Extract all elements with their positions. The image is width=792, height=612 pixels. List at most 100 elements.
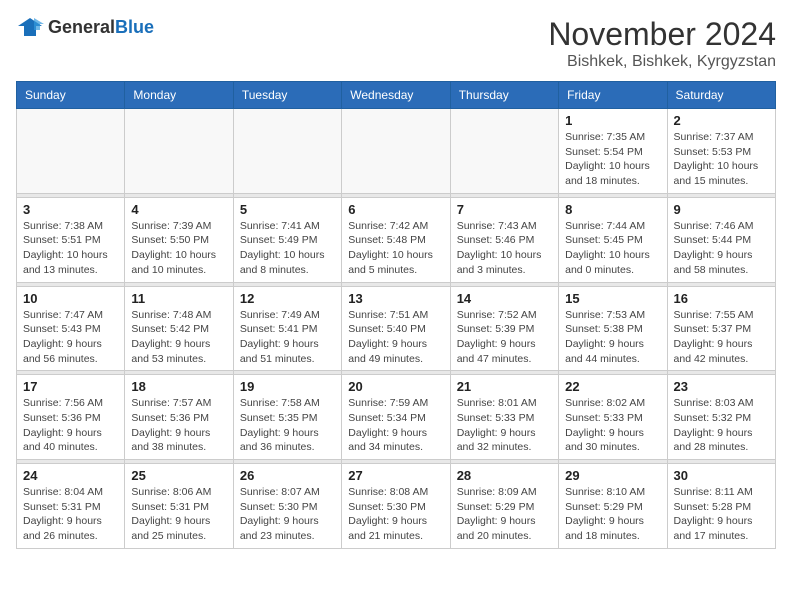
calendar-table: SundayMondayTuesdayWednesdayThursdayFrid… <box>16 81 776 549</box>
day-info: Sunrise: 7:41 AM Sunset: 5:49 PM Dayligh… <box>240 219 335 278</box>
day-number: 14 <box>457 291 552 306</box>
calendar-cell: 29Sunrise: 8:10 AM Sunset: 5:29 PM Dayli… <box>559 464 667 549</box>
day-number: 28 <box>457 468 552 483</box>
calendar-header-saturday: Saturday <box>667 82 775 109</box>
day-info: Sunrise: 8:04 AM Sunset: 5:31 PM Dayligh… <box>23 485 118 544</box>
calendar-cell: 7 Sunrise: 7:43 AM Sunset: 5:46 PM Daylig… <box>450 197 558 282</box>
calendar-cell: 1 Sunrise: 7:35 AM Sunset: 5:54 PM Daylig… <box>559 109 667 194</box>
day-info: Sunrise: 7:46 AM Sunset: 5:44 PM Dayligh… <box>674 219 769 278</box>
calendar-cell: 6 Sunrise: 7:42 AM Sunset: 5:48 PM Daylig… <box>342 197 450 282</box>
day-info: Sunrise: 7:59 AM Sunset: 5:34 PM Dayligh… <box>348 396 443 455</box>
day-number: 9 <box>674 202 769 217</box>
calendar-cell: 4 Sunrise: 7:39 AM Sunset: 5:50 PM Daylig… <box>125 197 233 282</box>
calendar-cell: 13 Sunrise: 7:51 AM Sunset: 5:40 PM Dayli… <box>342 286 450 371</box>
day-info: Sunrise: 8:06 AM Sunset: 5:31 PM Dayligh… <box>131 485 226 544</box>
day-number: 11 <box>131 291 226 306</box>
day-number: 20 <box>348 379 443 394</box>
calendar-cell: 16Sunrise: 7:55 AM Sunset: 5:37 PM Dayli… <box>667 286 775 371</box>
day-number: 1 <box>565 113 660 128</box>
day-info: Sunrise: 7:37 AM Sunset: 5:53 PM Dayligh… <box>674 130 769 189</box>
day-number: 18 <box>131 379 226 394</box>
day-number: 19 <box>240 379 335 394</box>
logo-icon <box>16 16 44 38</box>
day-number: 23 <box>674 379 769 394</box>
day-number: 3 <box>23 202 118 217</box>
calendar-cell: 24Sunrise: 8:04 AM Sunset: 5:31 PM Dayli… <box>17 464 125 549</box>
day-number: 2 <box>674 113 769 128</box>
calendar-week-row: 1 Sunrise: 7:35 AM Sunset: 5:54 PM Daylig… <box>17 109 776 194</box>
day-info: Sunrise: 8:11 AM Sunset: 5:28 PM Dayligh… <box>674 485 769 544</box>
calendar-cell: 9 Sunrise: 7:46 AM Sunset: 5:44 PM Daylig… <box>667 197 775 282</box>
calendar-header-wednesday: Wednesday <box>342 82 450 109</box>
calendar-cell: 10 Sunrise: 7:47 AM Sunset: 5:43 PM Dayli… <box>17 286 125 371</box>
calendar-cell: 5Sunrise: 7:41 AM Sunset: 5:49 PM Daylig… <box>233 197 341 282</box>
day-number: 4 <box>131 202 226 217</box>
logo-text-general: General <box>48 17 115 37</box>
calendar-cell: 23 Sunrise: 8:03 AM Sunset: 5:32 PM Dayli… <box>667 375 775 460</box>
day-number: 27 <box>348 468 443 483</box>
calendar-cell: 12Sunrise: 7:49 AM Sunset: 5:41 PM Dayli… <box>233 286 341 371</box>
day-number: 22 <box>565 379 660 394</box>
calendar-cell: 20 Sunrise: 7:59 AM Sunset: 5:34 PM Dayli… <box>342 375 450 460</box>
calendar-cell <box>233 109 341 194</box>
calendar-cell: 25 Sunrise: 8:06 AM Sunset: 5:31 PM Dayli… <box>125 464 233 549</box>
day-info: Sunrise: 7:51 AM Sunset: 5:40 PM Dayligh… <box>348 308 443 367</box>
calendar-cell: 21 Sunrise: 8:01 AM Sunset: 5:33 PM Dayli… <box>450 375 558 460</box>
calendar-header-friday: Friday <box>559 82 667 109</box>
day-number: 29 <box>565 468 660 483</box>
calendar-week-row: 24Sunrise: 8:04 AM Sunset: 5:31 PM Dayli… <box>17 464 776 549</box>
day-number: 6 <box>348 202 443 217</box>
day-info: Sunrise: 7:47 AM Sunset: 5:43 PM Dayligh… <box>23 308 118 367</box>
calendar-cell: 3 Sunrise: 7:38 AM Sunset: 5:51 PM Daylig… <box>17 197 125 282</box>
calendar-cell: 14 Sunrise: 7:52 AM Sunset: 5:39 PM Dayli… <box>450 286 558 371</box>
calendar-cell: 27 Sunrise: 8:08 AM Sunset: 5:30 PM Dayli… <box>342 464 450 549</box>
day-info: Sunrise: 7:52 AM Sunset: 5:39 PM Dayligh… <box>457 308 552 367</box>
day-info: Sunrise: 7:58 AM Sunset: 5:35 PM Dayligh… <box>240 396 335 455</box>
day-number: 26 <box>240 468 335 483</box>
calendar-cell: 8Sunrise: 7:44 AM Sunset: 5:45 PM Daylig… <box>559 197 667 282</box>
day-number: 25 <box>131 468 226 483</box>
day-number: 17 <box>23 379 118 394</box>
calendar-cell <box>125 109 233 194</box>
calendar-cell <box>17 109 125 194</box>
logo: GeneralBlue <box>16 16 154 38</box>
month-title: November 2024 <box>548 16 776 53</box>
calendar-cell: 17Sunrise: 7:56 AM Sunset: 5:36 PM Dayli… <box>17 375 125 460</box>
day-number: 30 <box>674 468 769 483</box>
calendar-cell: 22 Sunrise: 8:02 AM Sunset: 5:33 PM Dayli… <box>559 375 667 460</box>
day-info: Sunrise: 7:55 AM Sunset: 5:37 PM Dayligh… <box>674 308 769 367</box>
calendar-header-tuesday: Tuesday <box>233 82 341 109</box>
day-info: Sunrise: 8:03 AM Sunset: 5:32 PM Dayligh… <box>674 396 769 455</box>
calendar-body: 1 Sunrise: 7:35 AM Sunset: 5:54 PM Daylig… <box>17 109 776 549</box>
calendar-cell: 28 Sunrise: 8:09 AM Sunset: 5:29 PM Dayli… <box>450 464 558 549</box>
calendar-week-row: 10 Sunrise: 7:47 AM Sunset: 5:43 PM Dayli… <box>17 286 776 371</box>
calendar-week-row: 3 Sunrise: 7:38 AM Sunset: 5:51 PM Daylig… <box>17 197 776 282</box>
day-info: Sunrise: 7:38 AM Sunset: 5:51 PM Dayligh… <box>23 219 118 278</box>
logo-text-blue: Blue <box>115 17 154 37</box>
day-number: 15 <box>565 291 660 306</box>
calendar-cell: 26 Sunrise: 8:07 AM Sunset: 5:30 PM Dayli… <box>233 464 341 549</box>
day-info: Sunrise: 8:01 AM Sunset: 5:33 PM Dayligh… <box>457 396 552 455</box>
calendar-cell: 18Sunrise: 7:57 AM Sunset: 5:36 PM Dayli… <box>125 375 233 460</box>
day-number: 13 <box>348 291 443 306</box>
day-number: 7 <box>457 202 552 217</box>
calendar-cell: 11Sunrise: 7:48 AM Sunset: 5:42 PM Dayli… <box>125 286 233 371</box>
day-info: Sunrise: 7:39 AM Sunset: 5:50 PM Dayligh… <box>131 219 226 278</box>
day-number: 8 <box>565 202 660 217</box>
calendar-header-monday: Monday <box>125 82 233 109</box>
calendar-header-sunday: Sunday <box>17 82 125 109</box>
page-header: GeneralBlue November 2024 Bishkek, Bishk… <box>16 16 776 71</box>
day-number: 10 <box>23 291 118 306</box>
day-number: 12 <box>240 291 335 306</box>
calendar-cell: 2 Sunrise: 7:37 AM Sunset: 5:53 PM Daylig… <box>667 109 775 194</box>
title-area: November 2024 Bishkek, Bishkek, Kyrgyzst… <box>548 16 776 71</box>
day-info: Sunrise: 7:35 AM Sunset: 5:54 PM Dayligh… <box>565 130 660 189</box>
day-info: Sunrise: 7:42 AM Sunset: 5:48 PM Dayligh… <box>348 219 443 278</box>
day-info: Sunrise: 7:43 AM Sunset: 5:46 PM Dayligh… <box>457 219 552 278</box>
day-info: Sunrise: 8:09 AM Sunset: 5:29 PM Dayligh… <box>457 485 552 544</box>
calendar-cell <box>450 109 558 194</box>
day-number: 21 <box>457 379 552 394</box>
day-info: Sunrise: 8:07 AM Sunset: 5:30 PM Dayligh… <box>240 485 335 544</box>
day-info: Sunrise: 8:08 AM Sunset: 5:30 PM Dayligh… <box>348 485 443 544</box>
day-info: Sunrise: 8:02 AM Sunset: 5:33 PM Dayligh… <box>565 396 660 455</box>
